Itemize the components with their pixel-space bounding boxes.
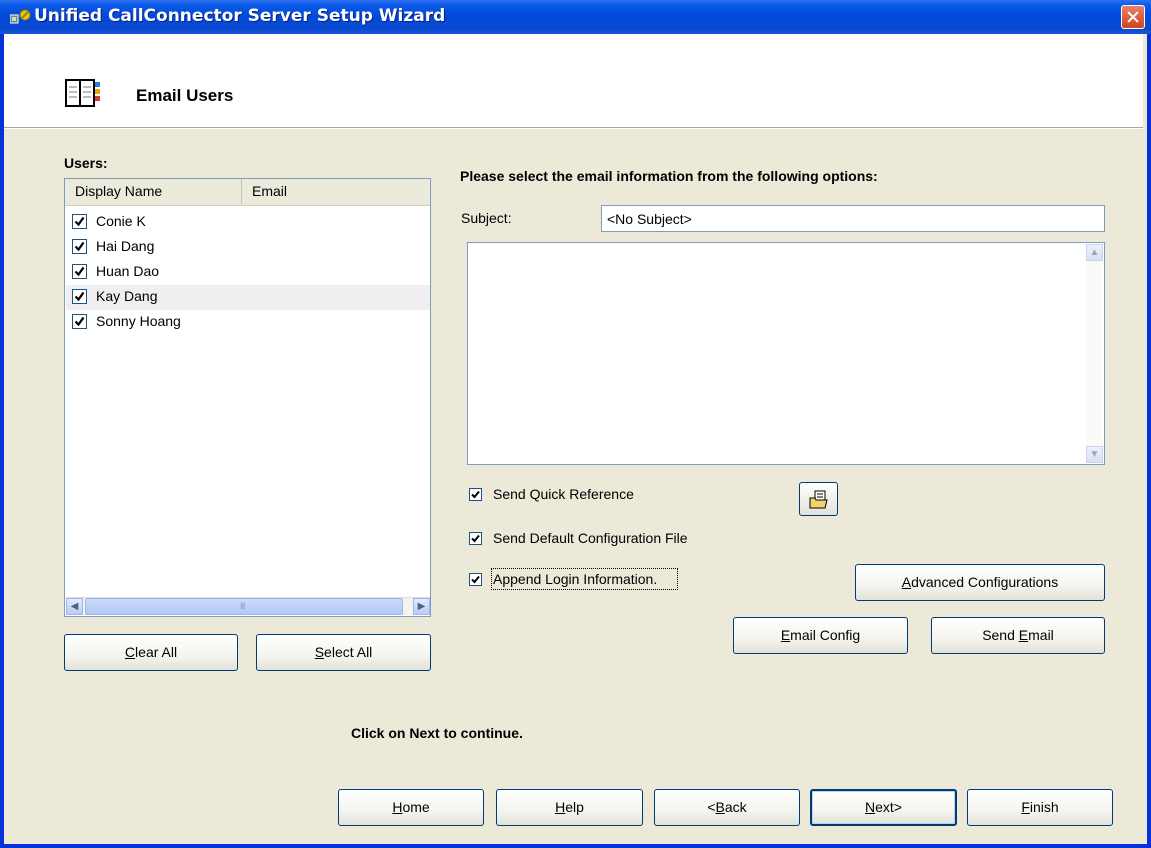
list-item[interactable]: Conie K <box>66 210 430 235</box>
home-button[interactable]: Home <box>338 789 484 826</box>
users-list[interactable]: Display Name Email Conie K Hai Dang Huan… <box>64 178 431 617</box>
list-header: Display Name Email <box>65 179 430 206</box>
next-button[interactable]: Next> <box>810 789 957 826</box>
scroll-left-icon[interactable]: ◀ <box>66 598 83 615</box>
header-panel <box>4 34 1143 128</box>
column-header-email[interactable]: Email <box>242 179 430 204</box>
list-item[interactable]: Huan Dao <box>66 260 430 285</box>
page-title: Email Users <box>136 86 234 105</box>
user-display-name: Hai Dang <box>96 238 155 254</box>
address-book-icon <box>64 77 102 109</box>
browse-button[interactable] <box>799 482 838 516</box>
users-label: Users: <box>64 155 108 171</box>
list-item[interactable]: Kay Dang <box>66 285 430 310</box>
user-display-name: Sonny Hoang <box>96 313 181 329</box>
horizontal-scrollbar[interactable]: ◀ III ▶ <box>66 597 430 615</box>
scroll-right-icon[interactable]: ▶ <box>413 598 430 615</box>
user-checkbox[interactable] <box>72 239 87 254</box>
header-divider <box>4 128 1143 129</box>
select-all-button[interactable]: Select All <box>256 634 431 671</box>
scroll-down-icon[interactable]: ▼ <box>1086 446 1103 463</box>
user-display-name: Huan Dao <box>96 263 160 279</box>
title-bar: Unified CallConnector Server Setup Wizar… <box>0 0 1151 34</box>
list-item[interactable]: Sonny Hoang <box>66 310 430 335</box>
clear-all-button[interactable]: Clear All <box>64 634 238 671</box>
user-checkbox[interactable] <box>72 289 87 304</box>
help-button[interactable]: Help <box>496 789 643 826</box>
user-checkbox[interactable] <box>72 264 87 279</box>
send-quick-reference-label[interactable]: Send Quick Reference <box>493 486 634 502</box>
append-login-info-checkbox[interactable] <box>469 573 482 586</box>
column-header-display-name[interactable]: Display Name <box>65 179 242 204</box>
back-button[interactable]: <Back <box>654 789 800 826</box>
vertical-scrollbar[interactable]: ▲ ▼ <box>1086 244 1103 463</box>
advanced-configurations-button[interactable]: Advanced Configurations <box>855 564 1105 601</box>
user-checkbox[interactable] <box>72 214 87 229</box>
email-config-button[interactable]: Email Config <box>733 617 908 654</box>
send-email-button[interactable]: Send Email <box>931 617 1105 654</box>
append-login-info-label[interactable]: Append Login Information. <box>493 571 657 587</box>
user-display-name: Kay Dang <box>96 288 158 304</box>
send-default-config-label[interactable]: Send Default Configuration File <box>493 530 688 546</box>
subject-input[interactable] <box>601 205 1105 232</box>
scroll-up-icon[interactable]: ▲ <box>1086 244 1103 261</box>
send-quick-reference-checkbox[interactable] <box>469 488 482 501</box>
open-folder-icon <box>809 490 829 512</box>
list-item[interactable]: Hai Dang <box>66 235 430 260</box>
app-icon <box>9 9 32 25</box>
user-display-name: Conie K <box>96 213 146 229</box>
scroll-thumb[interactable]: III <box>85 598 403 615</box>
email-instruction: Please select the email information from… <box>460 168 878 184</box>
finish-button[interactable]: Finish <box>967 789 1113 826</box>
subject-label: Subject: <box>461 210 512 226</box>
scroll-grip: III <box>240 601 245 611</box>
email-body-textarea[interactable]: ▲ ▼ <box>467 242 1105 465</box>
send-default-config-checkbox[interactable] <box>469 532 482 545</box>
user-checkbox[interactable] <box>72 314 87 329</box>
close-button[interactable] <box>1121 5 1145 29</box>
continue-instruction: Click on Next to continue. <box>351 725 523 741</box>
window-title: Unified CallConnector Server Setup Wizar… <box>34 6 446 26</box>
